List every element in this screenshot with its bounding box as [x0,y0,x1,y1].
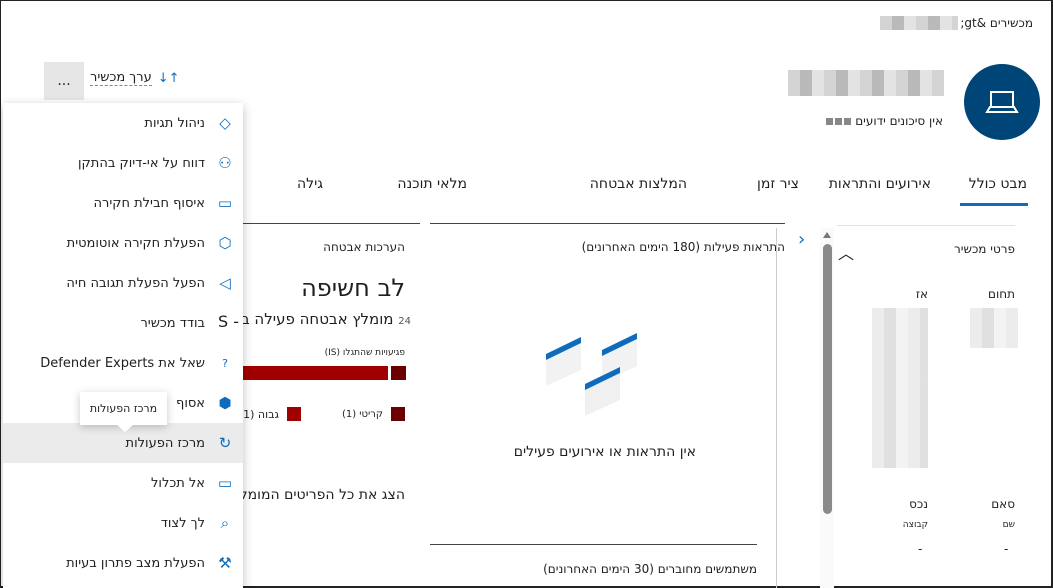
monitor-exclude-icon: ▭ [217,474,233,492]
value-redacted [872,308,928,468]
value-group: - [918,542,923,556]
tab-discovered[interactable]: גילה [297,176,323,192]
more-actions-menu: ניהול תגיות ◇ דווח על אי-דיוק בהתקן ⚇ איסו… [3,103,243,588]
menu-item-auto-investigation[interactable]: הפעלת חקירה אוטומטית ⬡ [3,223,243,263]
empty-state-message: אין התראות או אירועים פעילים [513,444,696,460]
legend-high: גבוה (1) [239,407,301,421]
device-hostname-redacted [788,70,944,96]
menu-item-isolate-device[interactable]: בודד מכשיר [3,303,243,343]
edit-device-button[interactable]: ערך מכשיר ↓↑ [90,70,180,86]
collapse-chevron-icon[interactable]: ︿ [838,240,854,264]
label-asset: נכס [909,497,928,511]
tools-icon: ⚒ [218,554,232,572]
hunt-icon: ⌕ [220,514,230,532]
value-name: - [1004,542,1009,556]
chevron-right-icon[interactable]: › [798,229,805,250]
breadcrumb[interactable]: מכשירים &gt; [960,16,1033,30]
label-domain: תחום [988,287,1015,301]
tab-truncated-text: S - [218,312,240,331]
sort-icon: ↓↑ [157,70,180,86]
tab-security-recommendations[interactable]: המלצות אבטחה [590,176,687,192]
menu-item-ask-defender-experts[interactable]: שאל את Defender Experts? [3,343,243,383]
tab-software-inventory[interactable]: מלאי תוכנה [397,176,467,192]
tab-overview[interactable]: מבט כולל [969,176,1027,192]
tooltip: מרכז הפעולות [80,392,167,425]
device-details-title: פרטי מכשיר [953,242,1015,256]
report-user-icon: ⚇ [218,154,232,172]
tab-incidents-alerts[interactable]: אירועים והתראות [829,176,931,192]
package-icon: ▭ [217,194,233,212]
security-assessments-title: הערכות אבטחה [323,240,405,254]
active-tab-indicator [960,203,1028,206]
menu-item-troubleshoot[interactable]: הפעלת מצב פתרון בעיות ⚒ [3,543,243,583]
play-icon: ◁ [219,274,231,292]
question-icon: ? [222,356,228,370]
tab-timeline[interactable]: ציר זמן [757,176,799,192]
menu-item-manage-tags[interactable]: ניהול תגיות ◇ [3,103,243,143]
empty-state-illustration [546,333,637,416]
device-avatar [964,64,1040,140]
active-alerts-title: התראות פעילות (180 הימים האחרונים) [581,240,785,254]
logged-on-users-title: משתמשים מחוברים (30 הימים האחרונים) [543,562,757,576]
divider [430,223,785,224]
more-actions-button[interactable]: ... [44,62,84,100]
hexagon-icon: ⬡ [218,234,232,252]
show-all-recommendations-link[interactable]: הצג את כל הפריטים המומלצים [219,487,405,503]
action-center-icon: ↻ [218,434,232,452]
divider [430,544,757,545]
scroll-up-icon[interactable] [823,232,831,238]
menu-item-go-hunt[interactable]: לך לצוד ⌕ [3,503,243,543]
menu-item-collect-package[interactable]: איסוף חבילת חקירה ▭ [3,183,243,223]
risk-level: אין סיכונים ידועים [826,114,943,128]
bar-high [243,366,388,380]
menu-item-exclude[interactable]: אל תכלול ▭ [3,463,243,503]
value-redacted [970,308,1018,348]
exposure-level: לב חשיפה [301,274,405,302]
menu-item-live-response[interactable]: הפעל הפעלת תגובה חיה ◁ [3,263,243,303]
sub-label-name: שם [1002,520,1015,530]
label-os: אז [915,287,928,301]
sub-label-group: קבוצה [902,520,928,530]
cube-icon: ⬢ [218,394,232,412]
scrollbar-thumb[interactable] [822,244,832,514]
label-sam: סאם [991,497,1015,511]
divider [776,228,777,588]
security-recommendation[interactable]: 24 מומלץ אבטחה פעילה ב- S [221,310,411,328]
tag-icon: ◇ [219,114,231,132]
bar-critical [391,366,406,380]
legend-critical: קריטי (1) [342,407,405,421]
device-name-redacted [880,16,958,30]
menu-item-report-inaccuracy[interactable]: דווח על אי-דיוק בהתקן ⚇ [3,143,243,183]
divider [243,223,420,224]
tooltip-arrow [116,424,134,432]
laptop-icon [985,91,1019,113]
divider [837,225,1015,226]
scrollbar[interactable] [820,228,834,588]
vulnerabilities-label: פגיעויות שהתגלו (IS) [324,348,405,358]
